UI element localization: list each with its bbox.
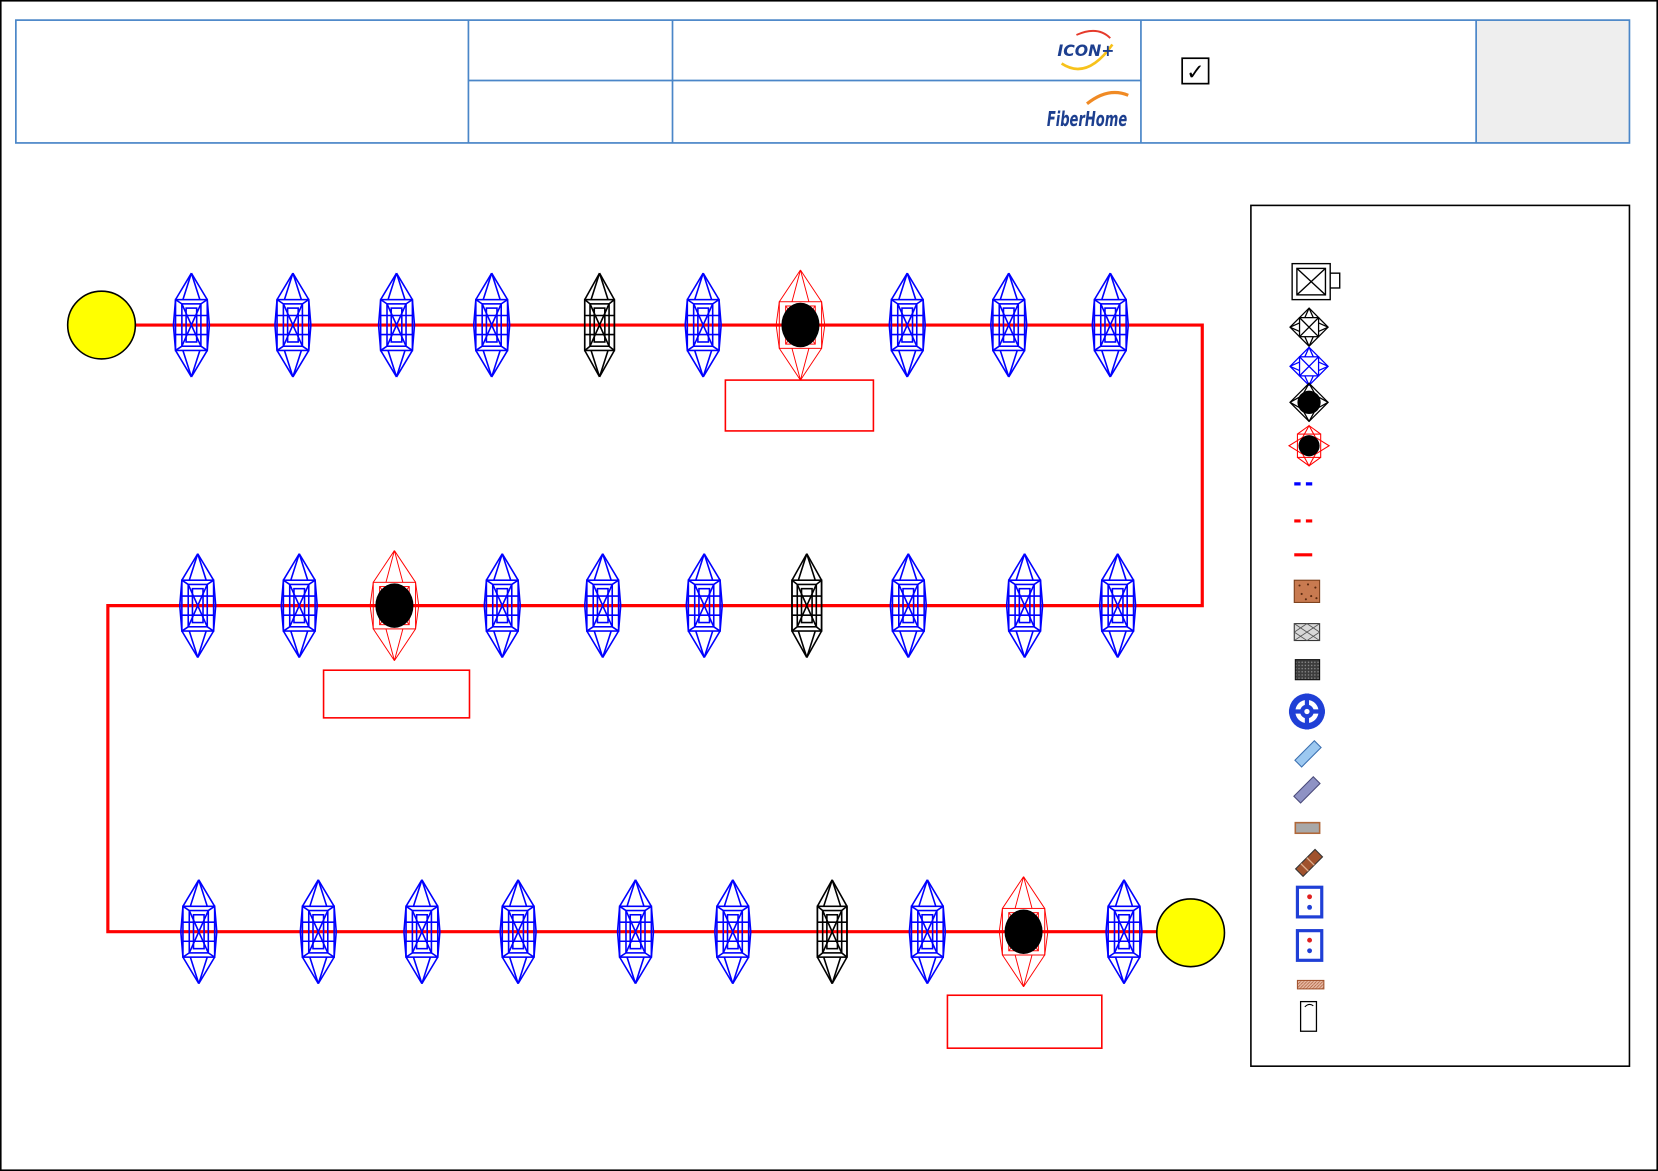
blue-dotted-square-icon (1295, 929, 1324, 962)
white-post-icon (1299, 1000, 1318, 1032)
blue-target-icon (1288, 693, 1325, 730)
fiberhome-logo-text: FiberHome (1047, 107, 1127, 131)
brown-hatched-bar-icon (1296, 979, 1325, 990)
blue-dotted-square-icon (1295, 885, 1324, 919)
brown-dotted-box-icon (1293, 579, 1321, 603)
gray-bar-icon (1294, 821, 1321, 835)
icon-plus-logo-text: ICON+ (1057, 41, 1114, 60)
checkbox: ✓ (1181, 57, 1210, 85)
start-terminal-circle-icon (66, 290, 137, 360)
checkbox-check-mark: ✓ (1186, 59, 1205, 85)
title-block-shaded-cell (1476, 20, 1630, 143)
dark-dotted-box-icon (1294, 659, 1321, 681)
end-terminal-circle-icon (1156, 898, 1226, 968)
legend-panel (1250, 204, 1631, 1067)
route-diagram-sheet: ICON+ FiberHome ✓ (0, 0, 1658, 1171)
gray-crosshatch-box-icon (1293, 623, 1321, 642)
